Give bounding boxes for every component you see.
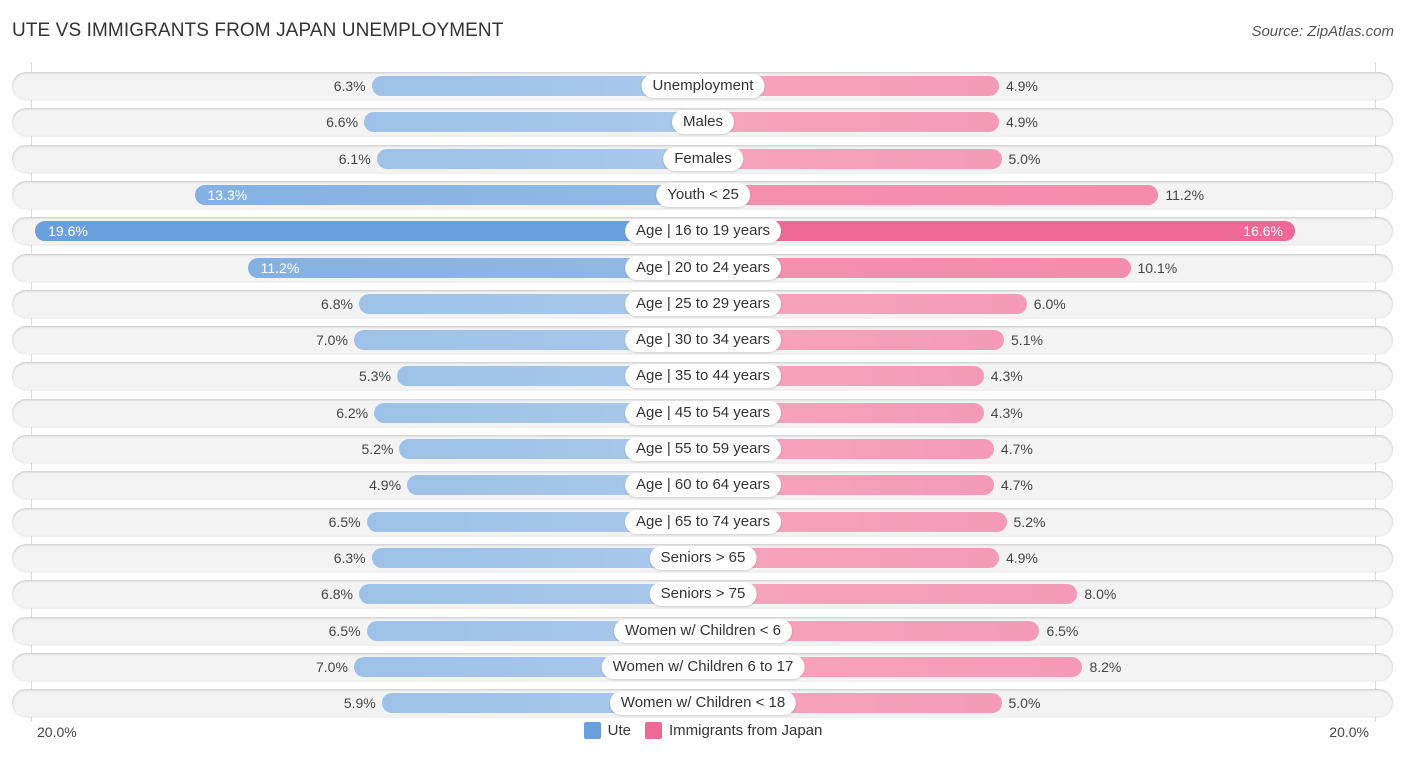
category-label: Women w/ Children < 18	[609, 691, 797, 715]
category-label: Age | 45 to 54 years	[625, 401, 781, 425]
value-label-immigrants-from-japan: 5.0%	[1008, 151, 1041, 167]
value-label-ute: 7.0%	[315, 659, 348, 675]
category-label: Seniors > 65	[649, 546, 757, 570]
chart-title: UTE VS IMMIGRANTS FROM JAPAN UNEMPLOYMEN…	[12, 20, 504, 41]
value-label-ute: 5.2%	[361, 441, 394, 457]
bar-ute[interactable]	[194, 185, 703, 205]
value-label-ute: 6.3%	[333, 78, 366, 94]
category-label: Age | 16 to 19 years	[625, 219, 781, 243]
category-label: Age | 20 to 24 years	[625, 256, 781, 280]
bar-immigrants-from-japan[interactable]	[703, 584, 1078, 604]
value-label-ute: 7.0%	[315, 332, 348, 348]
category-label: Women w/ Children 6 to 17	[601, 655, 805, 679]
bar-ute[interactable]	[376, 149, 703, 169]
value-label-ute: 6.6%	[326, 114, 359, 130]
legend-item-japan[interactable]: Immigrants from Japan	[644, 722, 823, 739]
value-label-immigrants-from-japan: 4.7%	[1000, 477, 1033, 493]
category-label: Age | 55 to 59 years	[625, 437, 781, 461]
bar-immigrants-from-japan[interactable]	[703, 112, 999, 132]
category-label: Age | 60 to 64 years	[625, 473, 781, 497]
bar-immigrants-from-japan[interactable]	[703, 149, 1002, 169]
value-label-ute: 6.2%	[336, 405, 369, 421]
value-label-immigrants-from-japan: 5.2%	[1013, 514, 1046, 530]
category-label: Seniors > 75	[649, 582, 757, 606]
value-label-ute: 6.1%	[338, 151, 371, 167]
value-label-ute: 4.9%	[369, 477, 402, 493]
value-label-immigrants-from-japan: 4.9%	[1005, 550, 1038, 566]
value-label-immigrants-from-japan: 4.7%	[1000, 441, 1033, 457]
value-label-ute: 13.3%	[207, 187, 248, 203]
legend-label-japan: Immigrants from Japan	[668, 722, 823, 739]
value-label-immigrants-from-japan: 4.9%	[1005, 114, 1038, 130]
value-label-immigrants-from-japan: 5.1%	[1011, 332, 1043, 348]
category-label: Age | 65 to 74 years	[625, 510, 781, 534]
category-label: Females	[663, 147, 743, 171]
value-label-immigrants-from-japan: 10.1%	[1137, 260, 1178, 276]
category-label: Age | 25 to 29 years	[625, 292, 781, 316]
value-label-immigrants-from-japan: 6.0%	[1033, 296, 1066, 312]
value-label-immigrants-from-japan: 8.0%	[1084, 586, 1117, 602]
legend-label-ute: Ute	[607, 722, 631, 739]
legend-item-ute[interactable]: Ute	[583, 722, 631, 739]
value-label-immigrants-from-japan: 16.6%	[1243, 223, 1283, 239]
value-label-immigrants-from-japan: 4.9%	[1005, 78, 1038, 94]
value-label-ute: 6.5%	[328, 623, 361, 639]
value-label-immigrants-from-japan: 8.2%	[1089, 659, 1122, 675]
legend-swatch-ute	[583, 722, 601, 739]
value-label-ute: 11.2%	[260, 260, 300, 276]
value-label-ute: 6.5%	[328, 514, 361, 530]
value-label-immigrants-from-japan: 4.3%	[990, 405, 1023, 421]
value-label-immigrants-from-japan: 5.0%	[1008, 695, 1041, 711]
bar-ute[interactable]	[35, 221, 703, 241]
source-label: Source: ZipAtlas.com	[1251, 23, 1394, 40]
value-label-ute: 5.9%	[343, 695, 376, 711]
category-label: Youth < 25	[656, 183, 750, 207]
value-label-ute: 6.8%	[321, 586, 353, 602]
bar-immigrants-from-japan[interactable]	[703, 221, 1295, 241]
value-label-ute: 6.8%	[321, 296, 353, 312]
value-label-immigrants-from-japan: 4.3%	[990, 368, 1023, 384]
legend-swatch-japan	[644, 722, 662, 739]
value-label-ute: 6.3%	[333, 550, 366, 566]
value-label-ute: 5.3%	[359, 368, 391, 384]
bar-ute[interactable]	[364, 112, 703, 132]
category-label: Women w/ Children < 6	[613, 619, 793, 643]
category-label: Age | 35 to 44 years	[625, 364, 781, 388]
category-label: Males	[671, 110, 735, 134]
category-label: Age | 30 to 34 years	[625, 328, 781, 352]
value-label-immigrants-from-japan: 6.5%	[1046, 623, 1079, 639]
value-label-ute: 19.6%	[48, 223, 88, 239]
category-label: Unemployment	[641, 74, 765, 98]
legend: Ute Immigrants from Japan	[0, 722, 1406, 739]
value-label-immigrants-from-japan: 11.2%	[1165, 187, 1205, 203]
bar-immigrants-from-japan[interactable]	[703, 185, 1159, 205]
